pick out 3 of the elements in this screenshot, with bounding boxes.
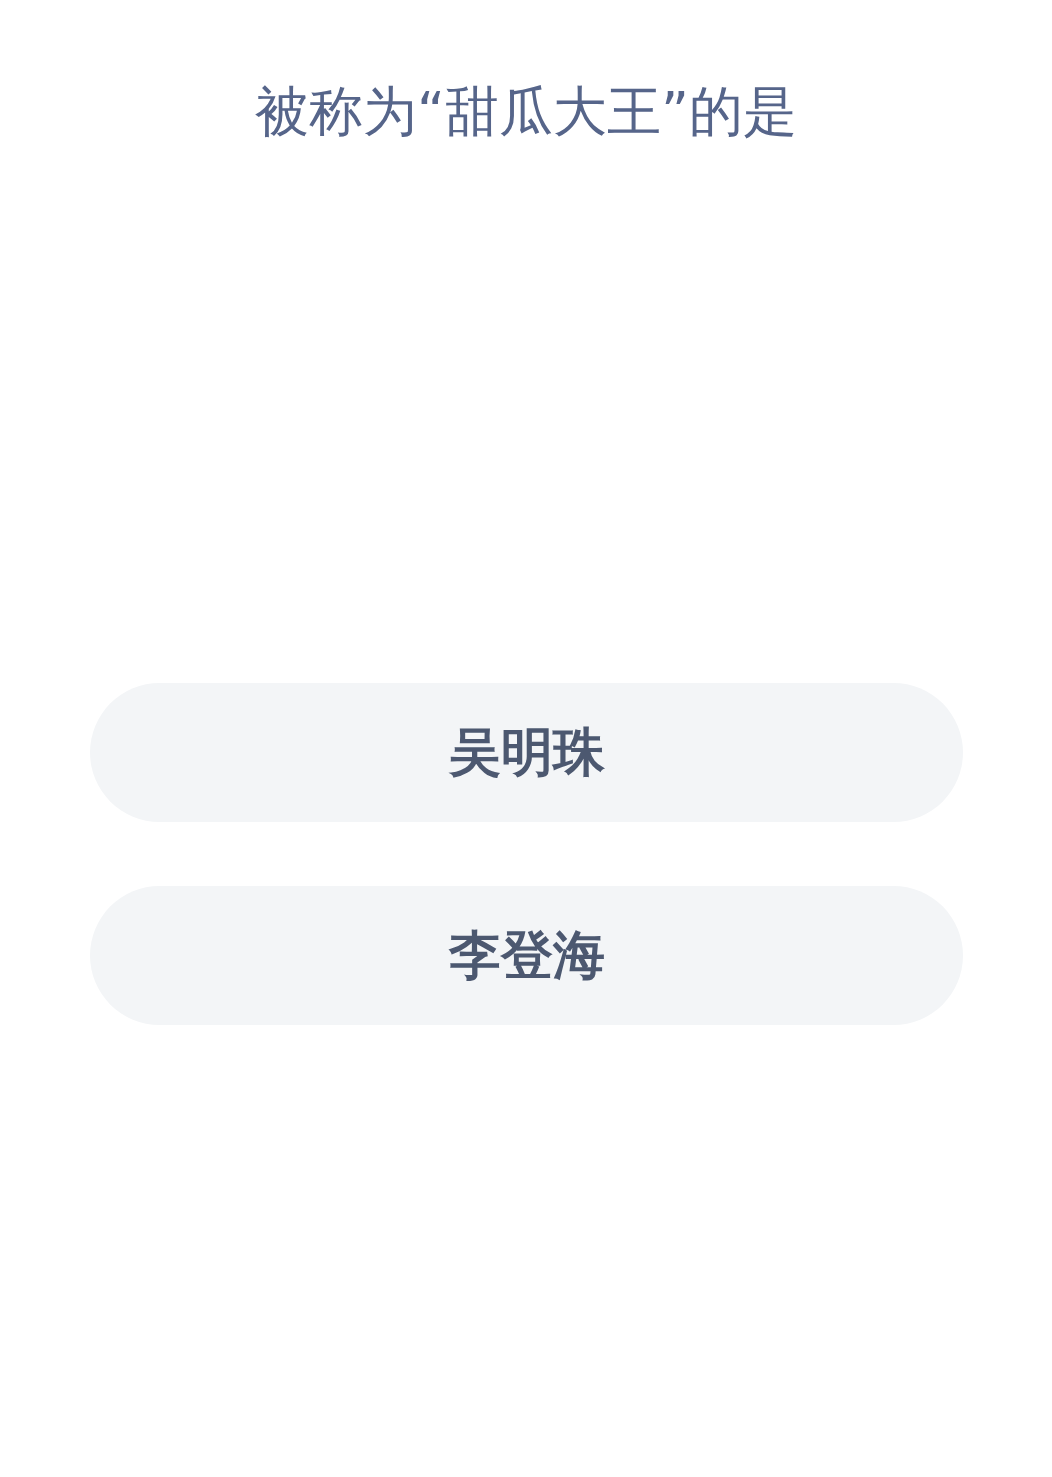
question-text: 被称为“甜瓜大王”的是 [254, 79, 798, 145]
answer-option[interactable]: 吴明珠 [90, 683, 963, 822]
answer-option[interactable]: 李登海 [90, 886, 963, 1025]
